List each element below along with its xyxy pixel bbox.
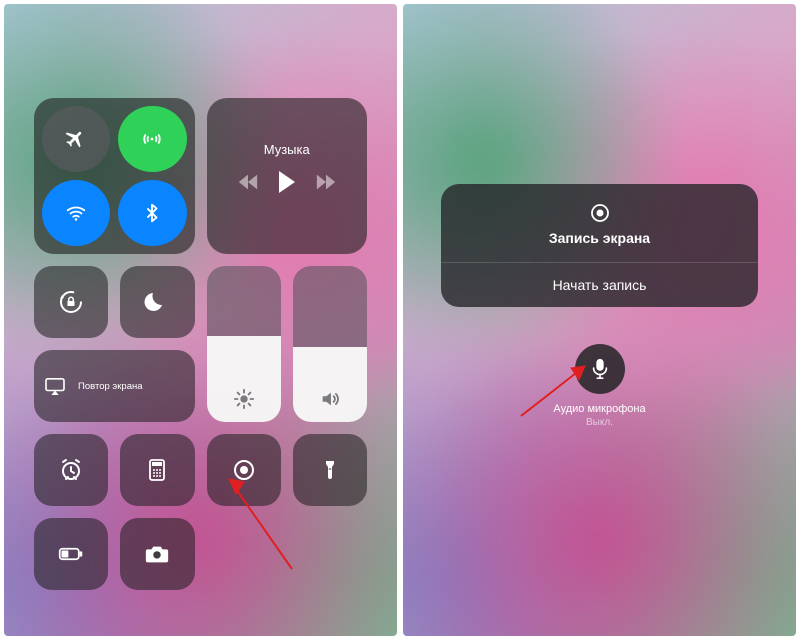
orientation-lock-button[interactable] xyxy=(34,266,108,338)
media-title: Музыка xyxy=(264,142,310,157)
cellular-icon xyxy=(141,128,163,150)
calculator-button[interactable] xyxy=(120,434,194,506)
play-button[interactable] xyxy=(277,171,297,193)
control-center-screen: Музыка Повтор экрана xyxy=(4,4,397,636)
brightness-icon xyxy=(207,388,281,410)
screen-record-sheet-screen: Запись экрана Начать запись Аудио микроф… xyxy=(403,4,796,636)
camera-button[interactable] xyxy=(120,518,194,590)
wifi-toggle[interactable] xyxy=(42,180,110,246)
airplane-icon xyxy=(65,128,87,150)
bluetooth-icon xyxy=(141,202,163,224)
calculator-icon xyxy=(144,457,170,483)
media-module[interactable]: Музыка xyxy=(207,98,368,254)
microphone-icon xyxy=(591,358,609,380)
alarm-button[interactable] xyxy=(34,434,108,506)
next-track-button[interactable] xyxy=(315,174,337,190)
start-recording-button[interactable]: Начать запись xyxy=(441,263,758,307)
camera-icon xyxy=(144,541,170,567)
bluetooth-toggle[interactable] xyxy=(118,180,186,246)
do-not-disturb-button[interactable] xyxy=(120,266,194,338)
screen-record-sheet: Запись экрана Начать запись xyxy=(441,184,758,307)
battery-icon xyxy=(58,541,84,567)
wifi-icon xyxy=(65,202,87,224)
record-icon xyxy=(451,202,748,224)
screen-mirroring-icon xyxy=(44,377,66,395)
media-controls xyxy=(237,171,337,193)
cellular-data-toggle[interactable] xyxy=(118,106,186,172)
sheet-title: Запись экрана xyxy=(451,230,748,246)
record-icon xyxy=(231,457,257,483)
screen-mirroring-button[interactable]: Повтор экрана xyxy=(34,350,195,422)
flashlight-icon xyxy=(317,457,343,483)
microphone-section: Аудио микрофона Выкл. xyxy=(403,344,796,429)
previous-track-button[interactable] xyxy=(237,174,259,190)
connectivity-module xyxy=(34,98,195,254)
alarm-clock-icon xyxy=(58,457,84,483)
volume-icon xyxy=(293,388,367,410)
orientation-lock-icon xyxy=(58,289,84,315)
microphone-toggle[interactable] xyxy=(575,344,625,394)
microphone-label-text: Аудио микрофона xyxy=(553,402,645,416)
airplane-mode-toggle[interactable] xyxy=(42,106,110,172)
flashlight-button[interactable] xyxy=(293,434,367,506)
sheet-header: Запись экрана xyxy=(441,184,758,262)
microphone-label: Аудио микрофона Выкл. xyxy=(553,402,645,429)
screen-record-button[interactable] xyxy=(207,434,281,506)
volume-slider[interactable] xyxy=(293,266,367,422)
moon-icon xyxy=(144,289,170,315)
control-center-grid: Музыка Повтор экрана xyxy=(4,4,397,636)
screen-mirroring-label: Повтор экрана xyxy=(78,381,143,392)
brightness-slider[interactable] xyxy=(207,266,281,422)
low-power-mode-button[interactable] xyxy=(34,518,108,590)
microphone-status: Выкл. xyxy=(553,416,645,429)
